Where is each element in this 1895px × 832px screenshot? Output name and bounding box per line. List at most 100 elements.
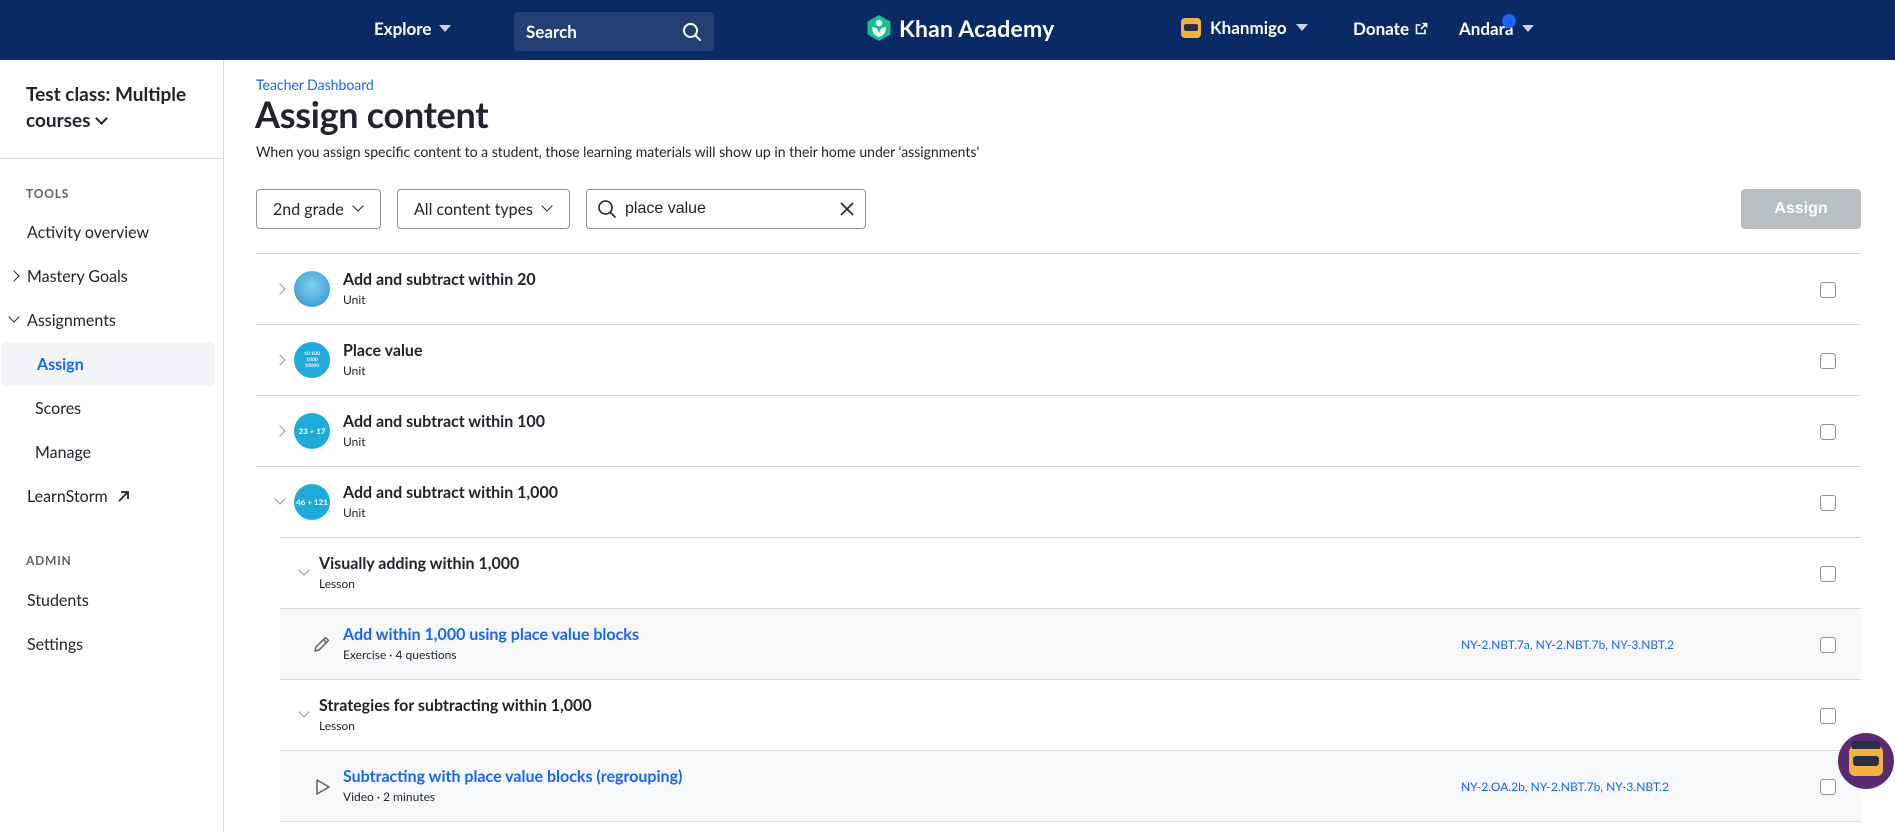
standard-link[interactable]: NY-3.NBT.2 (1606, 779, 1669, 794)
row-meta: Lesson (319, 576, 355, 591)
sidebar-item-mastery-goals[interactable]: Mastery Goals (0, 254, 216, 298)
sidebar-item-students[interactable]: Students (0, 578, 216, 622)
content-search-box (586, 189, 866, 229)
row-checkbox[interactable] (1820, 495, 1836, 511)
row-title: Strategies for subtracting within 1,000 (319, 696, 592, 715)
sidebar-item-label: Manage (35, 442, 92, 462)
row-title: Add and subtract within 20 (343, 270, 536, 289)
grade-dropdown[interactable]: 2nd grade (256, 189, 381, 229)
row-checkbox[interactable] (1820, 353, 1836, 369)
lesson-row[interactable]: Strategies for subtracting within 1,000 … (280, 679, 1861, 750)
chevron-right-icon[interactable] (274, 354, 286, 366)
sidebar-item-label: Assign (37, 354, 84, 374)
sidebar-item-learnstorm[interactable]: LearnStorm (0, 474, 216, 518)
row-checkbox[interactable] (1820, 779, 1836, 795)
sidebar-divider (0, 158, 224, 159)
chevron-right-icon (8, 270, 20, 282)
content-type-dropdown[interactable]: All content types (397, 189, 570, 229)
sidebar-item-label: Mastery Goals (27, 266, 128, 286)
standard-link[interactable]: NY-2.NBT.7b (1531, 779, 1601, 794)
khanmigo-face-icon (1849, 741, 1883, 776)
unit-row[interactable]: Add and subtract within 20 Unit (256, 253, 1861, 324)
chevron-down-icon (8, 311, 20, 323)
content-search-input[interactable] (625, 200, 839, 218)
khanmigo-chat-button[interactable] (1838, 733, 1894, 789)
sidebar-item-activity-overview[interactable]: Activity overview (0, 210, 216, 254)
standard-link[interactable]: NY-2.OA.2b (1461, 779, 1525, 794)
unit-row[interactable]: 23 + 17 Add and subtract within 100 Unit (256, 395, 1861, 466)
chevron-down-icon (94, 112, 108, 125)
row-checkbox[interactable] (1820, 708, 1836, 724)
explore-menu[interactable]: Explore (374, 18, 452, 39)
donate-link[interactable]: Donate (1353, 18, 1428, 39)
chevron-down-icon[interactable] (274, 493, 286, 505)
sidebar-item-label: LearnStorm (27, 486, 108, 506)
khanmigo-avatar-icon (1181, 17, 1201, 38)
row-checkbox[interactable] (1820, 282, 1836, 298)
sidebar: Test class: Multiple courses TOOLS Activ… (0, 60, 224, 832)
top-navigation: Explore Search Khan Academy Khanmigo Don… (0, 0, 1895, 60)
khan-logo-icon (867, 15, 891, 41)
external-link-icon (1415, 22, 1428, 35)
sidebar-item-label: Settings (27, 634, 84, 654)
search-icon (683, 22, 701, 41)
exercise-link[interactable]: Add within 1,000 using place value block… (343, 625, 639, 644)
user-menu[interactable]: Andara (1459, 14, 1534, 39)
video-row[interactable]: Subtracting with place value blocks (reg… (280, 750, 1861, 821)
row-checkbox[interactable] (1820, 424, 1836, 440)
row-meta: Unit (343, 363, 366, 378)
sidebar-item-label: Activity overview (27, 222, 150, 242)
lesson-row[interactable]: Visually adding within 1,000 Lesson (280, 537, 1861, 608)
chevron-down-icon[interactable] (298, 564, 310, 576)
row-meta: Video · 2 minutes (343, 789, 436, 804)
khan-academy-logo[interactable]: Khan Academy (866, 14, 1054, 42)
row-meta: Exercise · 4 questions (343, 647, 457, 662)
standard-link[interactable]: NY-2.NBT.7b (1536, 637, 1606, 652)
arrow-up-right-icon (118, 490, 129, 502)
row-checkbox[interactable] (1820, 637, 1836, 653)
standard-link[interactable]: NY-3.NBT.2 (1611, 637, 1674, 652)
row-title: Add and subtract within 1,000 (343, 483, 559, 502)
khanmigo-menu[interactable]: Khanmigo (1181, 17, 1308, 38)
nav-search-label: Search (526, 21, 577, 42)
row-meta: Lesson (319, 718, 355, 733)
clear-search-icon[interactable] (839, 201, 855, 217)
donate-label: Donate (1353, 18, 1410, 39)
tools-heading: TOOLS (26, 186, 70, 201)
chevron-down-icon[interactable] (298, 706, 310, 718)
sidebar-item-assign[interactable]: Assign (2, 342, 214, 386)
unit-thumbnail-icon: 46 + 121 (294, 484, 330, 520)
unit-row[interactable]: 10 100 1000 10000 Place value Unit (256, 324, 1861, 395)
chevron-right-icon[interactable] (274, 425, 286, 437)
unit-row[interactable]: 46 + 121 Add and subtract within 1,000 U… (256, 466, 1861, 537)
row-checkbox[interactable] (1820, 566, 1836, 582)
logo-text: Khan Academy (899, 14, 1055, 42)
play-icon (316, 779, 330, 795)
unit-thumbnail-icon: 10 100 1000 10000 (294, 342, 330, 378)
standard-link[interactable]: NY-2.NBT.7a (1461, 637, 1530, 652)
row-divider (280, 821, 1861, 831)
sidebar-item-assignments[interactable]: Assignments (0, 298, 216, 342)
row-meta: Unit (343, 434, 366, 449)
standards-list: NY-2.NBT.7a, NY-2.NBT.7b, NY-3.NBT.2 (1461, 637, 1674, 652)
admin-heading: ADMIN (26, 553, 72, 568)
row-title: Place value (343, 341, 423, 360)
chevron-right-icon[interactable] (274, 283, 286, 295)
breadcrumb-teacher-dashboard[interactable]: Teacher Dashboard (256, 76, 374, 93)
caret-down-icon (439, 25, 452, 32)
pencil-icon (314, 636, 330, 652)
exercise-row[interactable]: Add within 1,000 using place value block… (280, 608, 1861, 679)
grade-dropdown-value: 2nd grade (273, 199, 344, 219)
page-title: Assign content (255, 92, 489, 136)
assign-button[interactable]: Assign (1741, 189, 1861, 229)
class-selector[interactable]: Test class: Multiple courses (26, 82, 216, 134)
unit-thumbnail-icon: 23 + 17 (294, 413, 330, 449)
video-link[interactable]: Subtracting with place value blocks (reg… (343, 767, 682, 786)
caret-down-icon (1521, 25, 1534, 32)
standards-list: NY-2.OA.2b, NY-2.NBT.7b, NY-3.NBT.2 (1461, 779, 1669, 794)
sidebar-item-manage[interactable]: Manage (0, 430, 216, 474)
sidebar-item-scores[interactable]: Scores (0, 386, 216, 430)
nav-search-box[interactable]: Search (514, 12, 714, 51)
row-meta: Unit (343, 505, 366, 520)
sidebar-item-settings[interactable]: Settings (0, 622, 216, 666)
